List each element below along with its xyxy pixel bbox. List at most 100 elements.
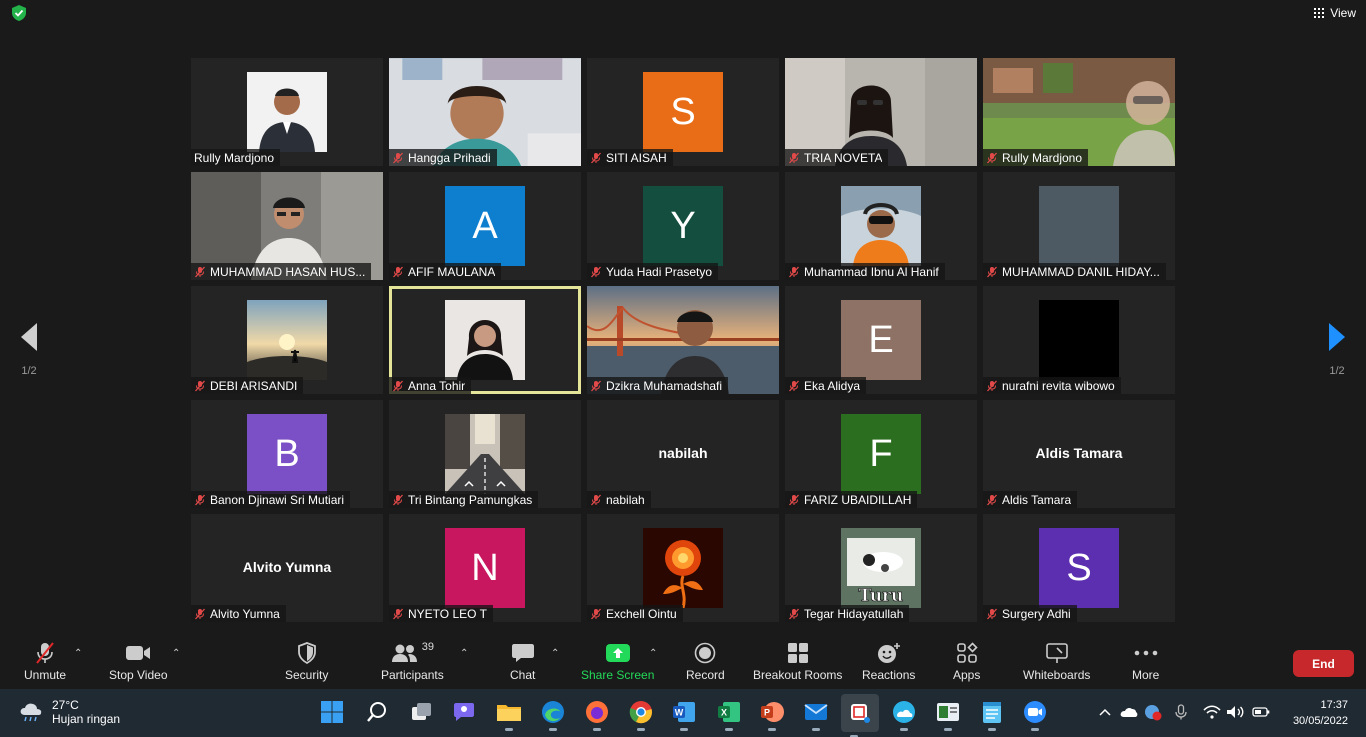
participant-tile[interactable]: Rully Mardjono [191,58,383,166]
muted-mic-icon [591,266,601,277]
record-button[interactable]: Record [686,640,725,682]
participant-tile[interactable]: Aldis Tamara Aldis Tamara [983,400,1175,508]
unmute-button[interactable]: Unmute [24,640,66,682]
muted-mic-icon [987,608,997,619]
participant-tile[interactable]: Rully Mardjono [983,58,1175,166]
participant-name-tag: Rully Mardjono [191,149,281,166]
svg-text:X: X [721,708,727,718]
clock-time: 17:37 [1320,699,1348,711]
muted-mic-icon [591,152,601,163]
chrome-icon[interactable] [628,699,654,731]
participant-tile[interactable]: Turu Tegar Hidayatullah [785,514,977,622]
reactions-label: Reactions [862,668,916,682]
windows-taskbar: 27°C Hujan ringan W X P 17:37 30/05/2022 [0,689,1366,737]
view-label: View [1330,6,1356,20]
task-view-icon[interactable] [409,699,435,725]
participant-tile[interactable]: nabilah nabilah [587,400,779,508]
firefox-icon[interactable] [584,699,610,731]
participant-tile[interactable]: S Surgery Adhi [983,514,1175,622]
share-screen-button[interactable]: Share Screen [581,640,654,682]
participant-avatar: B [247,414,327,494]
participant-name-tag: Aldis Tamara [983,491,1078,508]
participant-tile[interactable]: MUHAMMAD HASAN HUS... [191,172,383,280]
word-icon[interactable]: W [671,699,697,731]
participant-tile[interactable]: Dzikra Muhamadshafi [587,286,779,394]
weather-app-icon[interactable] [891,699,917,731]
svg-text:W: W [675,708,684,718]
participant-name-tag: Alvito Yumna [191,605,286,622]
participants-button[interactable]: 39 Participants [381,640,444,682]
participant-avatar: S [1039,528,1119,608]
notebook-app-icon[interactable] [935,699,961,731]
participant-tile[interactable]: Hangga Prihadi [389,58,581,166]
start-menu-windows-icon[interactable] [319,699,345,725]
reactions-button[interactable]: Reactions [862,640,915,682]
wifi-icon[interactable] [1203,703,1221,721]
participant-tile[interactable]: Muhammad Ibnu Al Hanif [785,172,977,280]
security-button[interactable]: Security [285,640,328,682]
notepad-icon[interactable] [979,699,1005,731]
breakout-rooms-button[interactable]: Breakout Rooms [753,640,842,682]
search-icon[interactable] [364,699,390,725]
participant-tile[interactable]: DEBI ARISANDI [191,286,383,394]
participant-tile[interactable]: S SITI AISAH [587,58,779,166]
participant-tile[interactable]: B Banon Djinawi Sri Mutiari [191,400,383,508]
file-explorer-icon[interactable] [496,699,522,731]
powerpoint-icon[interactable]: P [759,699,785,731]
previous-page-button[interactable]: 1/2 [14,322,44,377]
view-button[interactable]: View [1314,4,1356,22]
weather-condition: Hujan ringan [52,712,121,726]
participant-tile[interactable]: nurafni revita wibowo [983,286,1175,394]
apps-button[interactable]: Apps [953,640,980,682]
video-options-caret-icon[interactable]: ⌃ [172,648,182,659]
participant-tile[interactable]: Exchell Ointu [587,514,779,622]
tray-overflow-chevron-icon[interactable] [1096,703,1114,721]
share-options-caret-icon[interactable]: ⌃ [649,648,659,659]
muted-microphone-icon [34,640,56,666]
stop-video-button[interactable]: Stop Video [109,640,168,682]
notification-app-icon[interactable] [1144,703,1162,721]
whiteboards-button[interactable]: Whiteboards [1023,640,1090,682]
participants-icon-wrap: 39 [391,640,434,666]
whiteboards-label: Whiteboards [1023,668,1091,682]
participant-profile-photo [247,300,327,380]
participant-tile[interactable]: Alvito Yumna Alvito Yumna [191,514,383,622]
battery-icon[interactable] [1252,703,1270,721]
profile-photo-caption: Turu [858,586,904,607]
snipping-tool-icon[interactable] [841,694,879,737]
participant-tile[interactable]: N NYETO LEO T [389,514,581,622]
participant-tile[interactable]: Anna Tohir [389,286,581,394]
participant-tile[interactable]: Y Yuda Hadi Prasetyo [587,172,779,280]
muted-mic-icon [987,266,997,277]
participant-tile[interactable]: Tri Bintang Pamungkas [389,400,581,508]
weather-widget[interactable]: 27°C Hujan ringan [18,698,120,726]
participant-name-tag: FARIZ UBAIDILLAH [785,491,918,508]
participant-name: Anna Tohir [408,378,466,393]
onedrive-cloud-icon[interactable] [1120,703,1138,721]
audio-options-caret-icon[interactable]: ⌃ [74,648,84,659]
participant-tile[interactable]: MUHAMMAD DANIL HIDAY... [983,172,1175,280]
muted-mic-icon [393,152,403,163]
participant-tile[interactable]: E Eka Alidya [785,286,977,394]
volume-icon[interactable] [1226,703,1244,721]
mail-icon[interactable] [803,699,829,731]
muted-mic-icon [195,266,205,277]
system-clock[interactable]: 17:37 30/05/2022 [1293,697,1348,729]
encryption-shield-icon[interactable] [10,4,28,22]
participants-options-caret-icon[interactable]: ⌃ [460,648,470,659]
participant-name: FARIZ UBAIDILLAH [804,492,912,507]
record-label: Record [686,668,725,682]
more-button[interactable]: More [1132,640,1159,682]
edge-browser-icon[interactable] [540,699,566,731]
participant-tile[interactable]: TRIA NOVETA [785,58,977,166]
chat-options-caret-icon[interactable]: ⌃ [551,648,561,659]
microphone-tray-icon[interactable] [1172,703,1190,721]
chat-button[interactable]: Chat [510,640,535,682]
zoom-app-icon[interactable] [1022,699,1048,731]
teams-chat-icon[interactable] [451,699,477,725]
end-meeting-button[interactable]: End [1293,650,1354,677]
participant-tile[interactable]: A AFIF MAULANA [389,172,581,280]
next-page-button[interactable]: 1/2 [1322,322,1352,377]
participant-tile[interactable]: F FARIZ UBAIDILLAH [785,400,977,508]
excel-icon[interactable]: X [716,699,742,731]
